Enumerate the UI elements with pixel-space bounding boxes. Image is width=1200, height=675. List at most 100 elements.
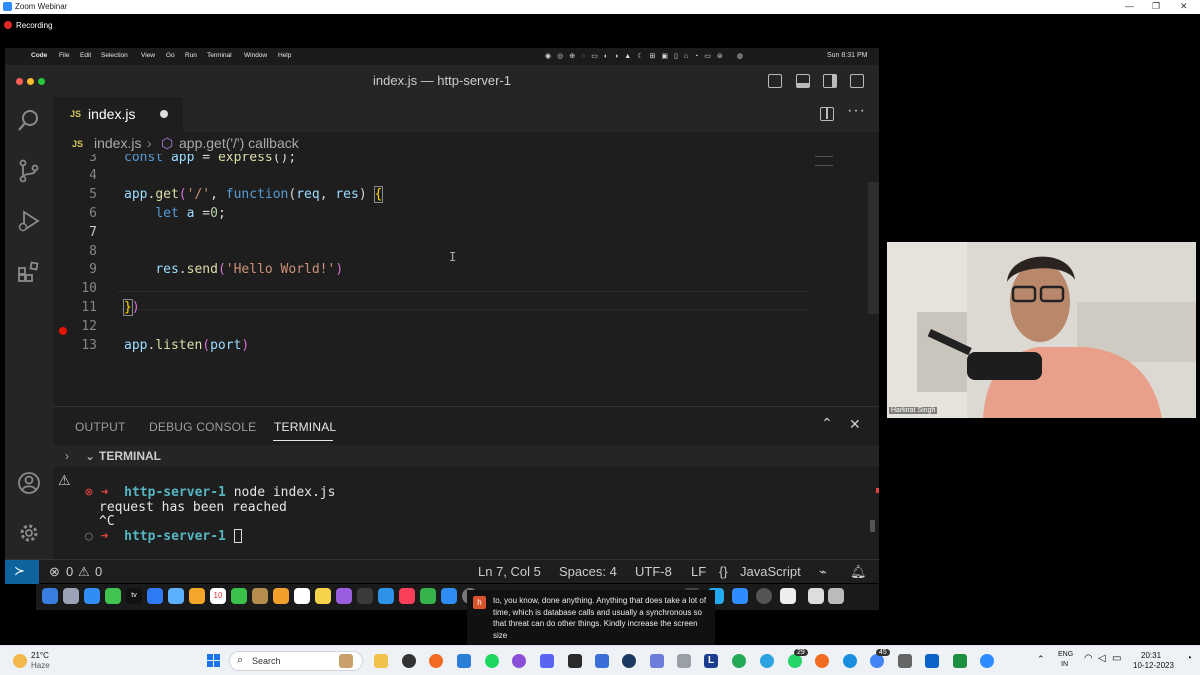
notifications-bell-icon[interactable]: 🔔︎ (850, 564, 867, 580)
vscode-taskbar-icon[interactable] (457, 654, 471, 668)
photos-icon[interactable] (189, 588, 205, 604)
facetime-icon[interactable] (231, 588, 247, 604)
numbers-icon[interactable] (420, 588, 436, 604)
accounts-icon[interactable] (17, 471, 41, 495)
safari-icon[interactable] (84, 588, 100, 604)
music-icon[interactable] (399, 588, 415, 604)
settings-icon[interactable] (650, 654, 664, 668)
obs-icon[interactable] (512, 654, 526, 668)
more-actions-icon[interactable]: ··· (847, 102, 866, 120)
terminal-section-header[interactable]: › ⌄ TERMINAL (53, 445, 879, 467)
indentation[interactable]: Spaces: 4 (559, 564, 617, 579)
spotify-icon[interactable] (485, 654, 499, 668)
app-store-icon[interactable] (441, 588, 457, 604)
menu-window[interactable]: Window (244, 52, 267, 59)
cursor-position[interactable]: Ln 7, Col 5 (478, 564, 541, 579)
warnings-icon[interactable]: ⚠ (78, 564, 90, 580)
pages-icon[interactable] (273, 588, 289, 604)
clock-date[interactable]: 10-12-2023 (1133, 661, 1174, 670)
terminal-icon[interactable] (568, 654, 582, 668)
run-debug-icon[interactable] (17, 209, 41, 233)
menu-code[interactable]: Code (31, 52, 47, 59)
menu-terminal[interactable]: Terminal (207, 52, 232, 59)
tab-output[interactable]: OUTPUT (75, 420, 126, 434)
app-icon[interactable] (732, 654, 746, 668)
menu-go[interactable]: Go (166, 52, 175, 59)
mail-icon[interactable] (147, 588, 163, 604)
menu-help[interactable]: Help (278, 52, 291, 59)
remote-indicator[interactable]: ≻ (5, 560, 39, 584)
toggle-secondary-sidebar-icon[interactable] (823, 74, 837, 88)
menu-file[interactable]: File (59, 52, 69, 59)
toggle-panel-icon[interactable] (796, 74, 810, 88)
minimap[interactable] (815, 156, 833, 166)
end-of-line[interactable]: LF (691, 564, 706, 579)
weather-icon[interactable] (13, 654, 27, 668)
contacts-icon[interactable] (252, 588, 268, 604)
battery-icon[interactable]: ▭ (1112, 653, 1121, 664)
weather-desc[interactable]: Haze (31, 661, 50, 670)
launchpad-icon[interactable] (63, 588, 79, 604)
unsaved-dot-icon[interactable] (160, 110, 168, 118)
warning-count[interactable]: 0 (95, 564, 102, 579)
source-control-icon[interactable] (17, 159, 41, 183)
podcasts-icon[interactable] (336, 588, 352, 604)
language-mode[interactable]: JavaScript (740, 564, 801, 579)
zoom-taskbar-icon[interactable] (980, 654, 994, 668)
app-icon[interactable] (677, 654, 691, 668)
telegram-icon[interactable] (760, 654, 774, 668)
clock-time[interactable]: 20:31 (1141, 651, 1161, 660)
chrome-icon[interactable] (870, 654, 884, 668)
menu-run[interactable]: Run (185, 52, 197, 59)
errors-icon[interactable]: ⊗ (49, 564, 60, 580)
github-icon[interactable] (402, 654, 416, 668)
recording-indicator[interactable]: Recording (4, 21, 52, 30)
file-explorer-icon[interactable] (374, 654, 388, 668)
weather-temp[interactable]: 21°C (31, 651, 49, 660)
breadcrumb-symbol[interactable]: app.get('/') callback (179, 135, 299, 151)
close-icon[interactable]: ✕ (1180, 1, 1188, 12)
discord-icon[interactable] (540, 654, 554, 668)
outlook-icon[interactable] (925, 654, 939, 668)
app-icon[interactable] (898, 654, 912, 668)
messages-icon[interactable] (105, 588, 121, 604)
error-count[interactable]: 0 (66, 564, 73, 579)
split-editor-icon[interactable] (820, 107, 834, 121)
start-windows-icon[interactable] (207, 654, 221, 668)
toggle-sidebar-icon[interactable] (768, 74, 782, 88)
zoom-dock-icon[interactable] (732, 588, 748, 604)
volume-icon[interactable]: ◁ (1098, 653, 1106, 664)
edge-icon[interactable] (843, 654, 857, 668)
firefox-icon[interactable] (429, 654, 443, 668)
terminal-output[interactable]: ⊗ ➜ http-server-1 node index.js request … (53, 467, 879, 560)
whatsapp-icon[interactable] (788, 654, 802, 668)
feedback-icon[interactable]: ⌁ (819, 564, 827, 580)
preview-dock-icon[interactable] (780, 588, 796, 604)
app-icon[interactable] (815, 654, 829, 668)
menu-edit[interactable]: Edit (80, 52, 91, 59)
notes-icon[interactable] (315, 588, 331, 604)
apple-tv-icon[interactable]: tv (126, 588, 142, 604)
notification-bell-icon[interactable]: ◔ (1186, 653, 1192, 664)
manage-gear-icon[interactable] (17, 521, 41, 545)
wifi-icon[interactable]: ◠ (1084, 653, 1093, 664)
maximize-icon[interactable]: ❐ (1152, 1, 1160, 12)
trash-icon[interactable] (828, 588, 844, 604)
maximize-panel-icon[interactable]: ⌃ (821, 415, 833, 432)
linear-icon[interactable]: L (704, 654, 718, 668)
lang-primary[interactable]: ENG (1058, 651, 1073, 658)
widgets-icon[interactable] (339, 654, 353, 668)
encoding[interactable]: UTF-8 (635, 564, 672, 579)
extensions-icon[interactable] (17, 260, 41, 284)
excel-icon[interactable] (953, 654, 967, 668)
tab-debug-console[interactable]: DEBUG CONSOLE (149, 420, 256, 434)
customize-layout-icon[interactable] (850, 74, 864, 88)
tray-chevron-up-icon[interactable]: ⌃ (1037, 654, 1045, 665)
calendar-icon[interactable]: 10 (210, 588, 226, 604)
finder-icon[interactable] (42, 588, 58, 604)
terminal-scrollbar[interactable] (870, 520, 875, 532)
minimize-icon[interactable]: — (1125, 1, 1134, 11)
maps-icon[interactable] (168, 588, 184, 604)
menubar-status-icons[interactable]: ◉◎⊕◌▭◐◑▲☾⊞▣▯⌂◔▭⊜ ◍ (545, 52, 749, 60)
editor-scrollbar[interactable] (868, 182, 879, 314)
